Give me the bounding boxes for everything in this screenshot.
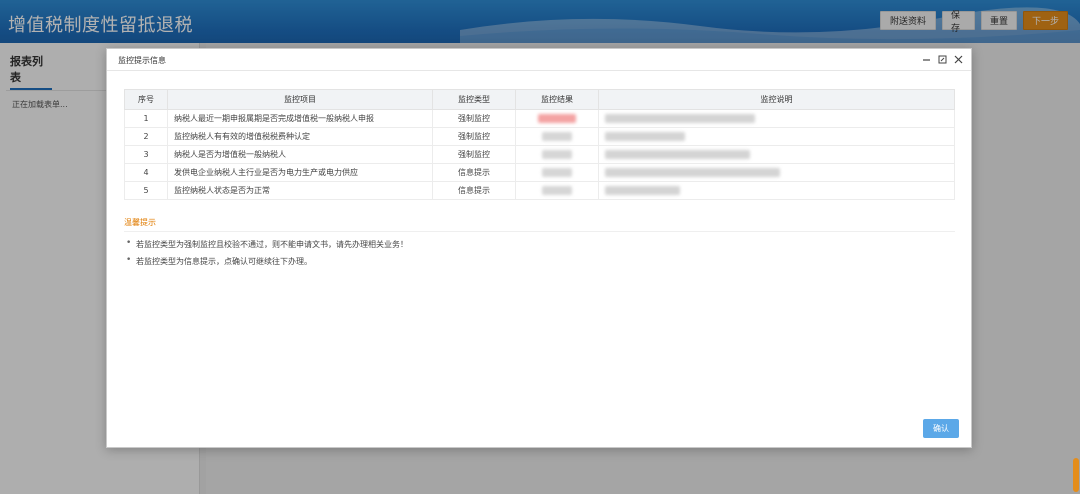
redacted-result	[542, 132, 572, 141]
row-description	[598, 181, 955, 200]
row-number: 2	[124, 127, 168, 146]
scroll-handle[interactable]	[1073, 458, 1079, 492]
row-description	[598, 163, 955, 182]
dialog-controls	[921, 53, 963, 65]
row-description	[598, 145, 955, 164]
tips-title: 温馨提示	[124, 218, 156, 227]
row-item: 纳税人最近一期申报属期是否完成增值税一般纳税人申报	[167, 109, 433, 128]
table-row: 2 监控纳税人有有效的增值税税费种认定 强制监控	[124, 127, 955, 146]
row-type: 强制监控	[432, 127, 516, 146]
row-type: 强制监控	[432, 109, 516, 128]
tip-item: 若监控类型为信息提示，点确认可继续往下办理。	[124, 255, 408, 267]
row-number: 5	[124, 181, 168, 200]
row-item: 监控纳税人状态是否为正常	[167, 181, 433, 200]
row-result	[515, 127, 599, 146]
row-description	[598, 109, 955, 128]
table-row: 3 纳税人是否为增值税一般纳税人 强制监控	[124, 145, 955, 164]
redacted-description	[605, 114, 755, 123]
column-header: 监控类型	[432, 89, 516, 110]
table-row: 1 纳税人最近一期申报属期是否完成增值税一般纳税人申报 强制监控	[124, 109, 955, 128]
redacted-result	[542, 150, 572, 159]
row-item: 监控纳税人有有效的增值税税费种认定	[167, 127, 433, 146]
row-type: 信息提示	[432, 163, 516, 182]
column-header: 序号	[124, 89, 168, 110]
dialog-title: 监控提示信息	[118, 56, 166, 65]
tips-divider	[124, 231, 955, 232]
tip-item: 若监控类型为强制监控且校验不通过，则不能申请文书，请先办理相关业务！	[124, 238, 408, 250]
redacted-description	[605, 186, 680, 195]
table-row: 5 监控纳税人状态是否为正常 信息提示	[124, 181, 955, 200]
column-header: 监控结果	[515, 89, 599, 110]
redacted-result	[542, 186, 572, 195]
row-item: 发供电企业纳税人主行业是否为电力生产或电力供应	[167, 163, 433, 182]
redacted-description	[605, 168, 780, 177]
tips-list: 若监控类型为强制监控且校验不通过，则不能申请文书，请先办理相关业务！ 若监控类型…	[124, 238, 408, 273]
redacted-result	[542, 168, 572, 177]
row-number: 1	[124, 109, 168, 128]
row-type: 强制监控	[432, 145, 516, 164]
close-icon[interactable]	[953, 53, 963, 65]
monitor-dialog: 监控提示信息 序号 监控项目 监控类型 监控结果 监控说明 1 纳税人最近一期申…	[106, 48, 972, 448]
column-header: 监控项目	[167, 89, 433, 110]
minimize-icon[interactable]	[921, 53, 931, 65]
row-item: 纳税人是否为增值税一般纳税人	[167, 145, 433, 164]
dialog-header: 监控提示信息	[107, 49, 971, 71]
redacted-description	[605, 150, 750, 159]
monitor-table: 序号 监控项目 监控类型 监控结果 监控说明 1 纳税人最近一期申报属期是否完成…	[124, 89, 955, 200]
confirm-button[interactable]: 确认	[923, 419, 959, 438]
row-type: 信息提示	[432, 181, 516, 200]
row-description	[598, 127, 955, 146]
redacted-description	[605, 132, 685, 141]
row-result	[515, 109, 599, 128]
table-row: 4 发供电企业纳税人主行业是否为电力生产或电力供应 信息提示	[124, 163, 955, 182]
redacted-result	[538, 114, 576, 123]
column-header: 监控说明	[598, 89, 955, 110]
table-header-row: 序号 监控项目 监控类型 监控结果 监控说明	[124, 89, 955, 110]
row-result	[515, 145, 599, 164]
row-number: 4	[124, 163, 168, 182]
row-result	[515, 163, 599, 182]
maximize-icon[interactable]	[937, 53, 947, 65]
row-number: 3	[124, 145, 168, 164]
row-result	[515, 181, 599, 200]
